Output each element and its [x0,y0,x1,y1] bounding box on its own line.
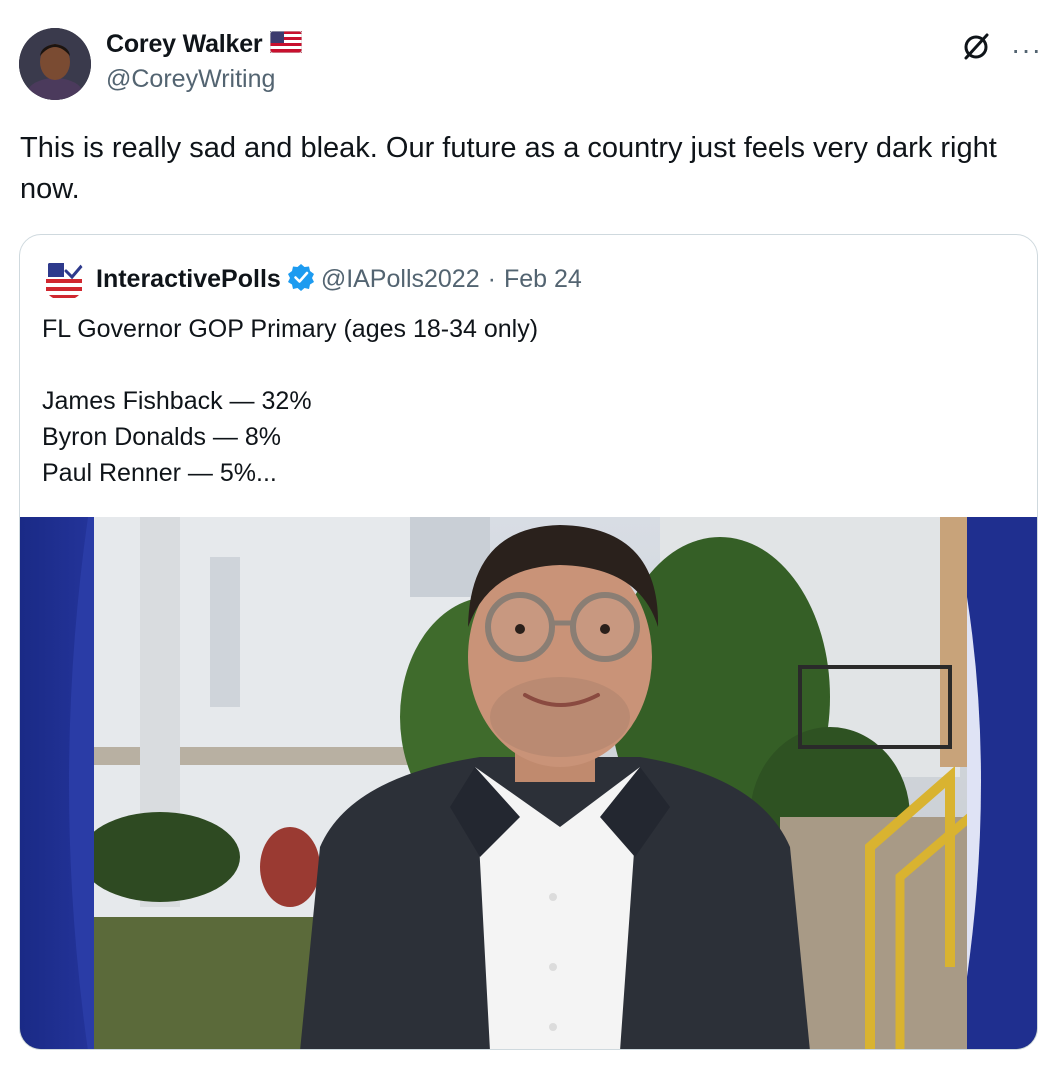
avatar-photo [19,28,91,100]
quoted-tweet-date[interactable]: Feb 24 [504,265,582,294]
author-block: Corey Walker @CoreyWriting [106,30,303,94]
quoted-tweet[interactable]: InteractivePolls @IAPolls2022 · Feb 24 F… [19,234,1038,1050]
poll-result-3: Paul Renner — 5%... [42,459,277,487]
author-handle[interactable]: @CoreyWriting [106,65,302,94]
quoted-author-name[interactable]: InteractivePolls [96,265,281,294]
candidate-photo [20,517,1037,1049]
interactivepolls-logo-icon[interactable] [42,257,86,301]
quoted-tweet-image[interactable] [20,517,1037,1049]
tweet-actions-top: ··· [959,30,1042,69]
tweet-text: This is really sad and bleak. Our future… [20,132,997,205]
poll-result-1: James Fishback — 32% [42,387,312,415]
poll-result-2: Byron Donalds — 8% [42,423,282,451]
verified-badge-icon [287,263,315,296]
separator-dot: · [487,264,496,293]
quoted-tweet-header: InteractivePolls @IAPolls2022 · Feb 24 [42,257,582,301]
poll-headline: FL Governor GOP Primary (ages 18-34 only… [42,315,539,343]
grok-icon[interactable] [959,30,993,69]
more-options-icon[interactable]: ··· [1011,35,1042,64]
author-avatar[interactable] [19,28,91,100]
us-flag-icon [269,30,303,58]
quoted-author-handle[interactable]: @IAPolls2022 [321,265,480,294]
quoted-tweet-body: FL Governor GOP Primary (ages 18-34 only… [42,311,1002,491]
author-name[interactable]: Corey Walker [106,30,263,59]
